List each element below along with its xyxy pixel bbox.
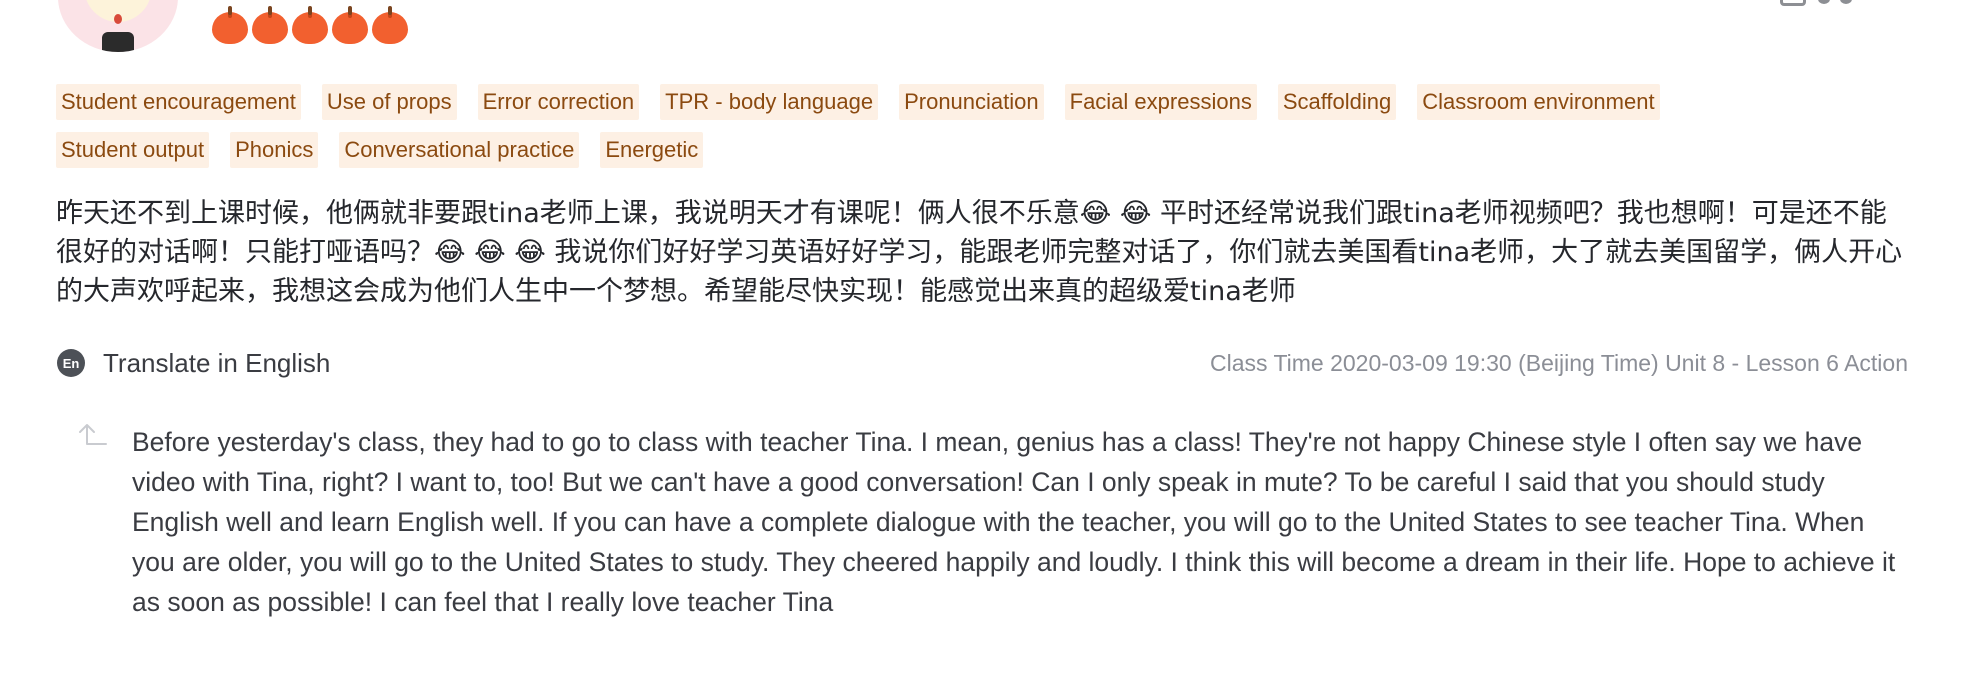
apple-icon	[252, 6, 288, 44]
more-icon[interactable]	[1818, 0, 1852, 4]
review-text: 昨天还不到上课时候，他俩就非要跟tina老师上课，我说明天才有课呢！俩人很不乐意…	[56, 198, 1903, 307]
tag: Error correction	[477, 84, 640, 120]
translate-label: Translate in English	[103, 347, 331, 378]
tag: Use of props	[321, 84, 457, 120]
tag: Conversational practice	[339, 132, 580, 168]
apple-rating	[212, 6, 408, 44]
tag: Classroom environment	[1417, 84, 1660, 120]
message-icon[interactable]	[1780, 0, 1806, 6]
tag: Student encouragement	[56, 84, 301, 120]
translate-icon: En	[57, 349, 85, 377]
tag: TPR - body language	[660, 84, 879, 120]
parent-avatar	[58, 0, 178, 52]
apple-icon	[372, 6, 408, 44]
reply-arrow-icon	[79, 424, 107, 445]
apple-icon	[332, 6, 368, 44]
tag: Facial expressions	[1064, 84, 1257, 120]
tag: Scaffolding	[1277, 84, 1397, 120]
teaching-tags: Student encouragement Use of props Error…	[56, 84, 1756, 168]
class-info: Class Time 2020-03-09 19:30 (Beijing Tim…	[1209, 350, 1908, 376]
tag: Pronunciation	[899, 84, 1044, 120]
translate-toggle[interactable]: En Translate in English	[57, 345, 330, 381]
translation-text: Before yesterday's class, they had to go…	[132, 427, 1896, 617]
review-card: Student encouragement Use of props Error…	[0, 0, 1968, 678]
tag: Student output	[56, 132, 210, 168]
apple-icon	[292, 6, 328, 44]
tag: Phonics	[230, 132, 319, 168]
tag: Energetic	[600, 132, 704, 168]
apple-icon	[212, 6, 248, 44]
